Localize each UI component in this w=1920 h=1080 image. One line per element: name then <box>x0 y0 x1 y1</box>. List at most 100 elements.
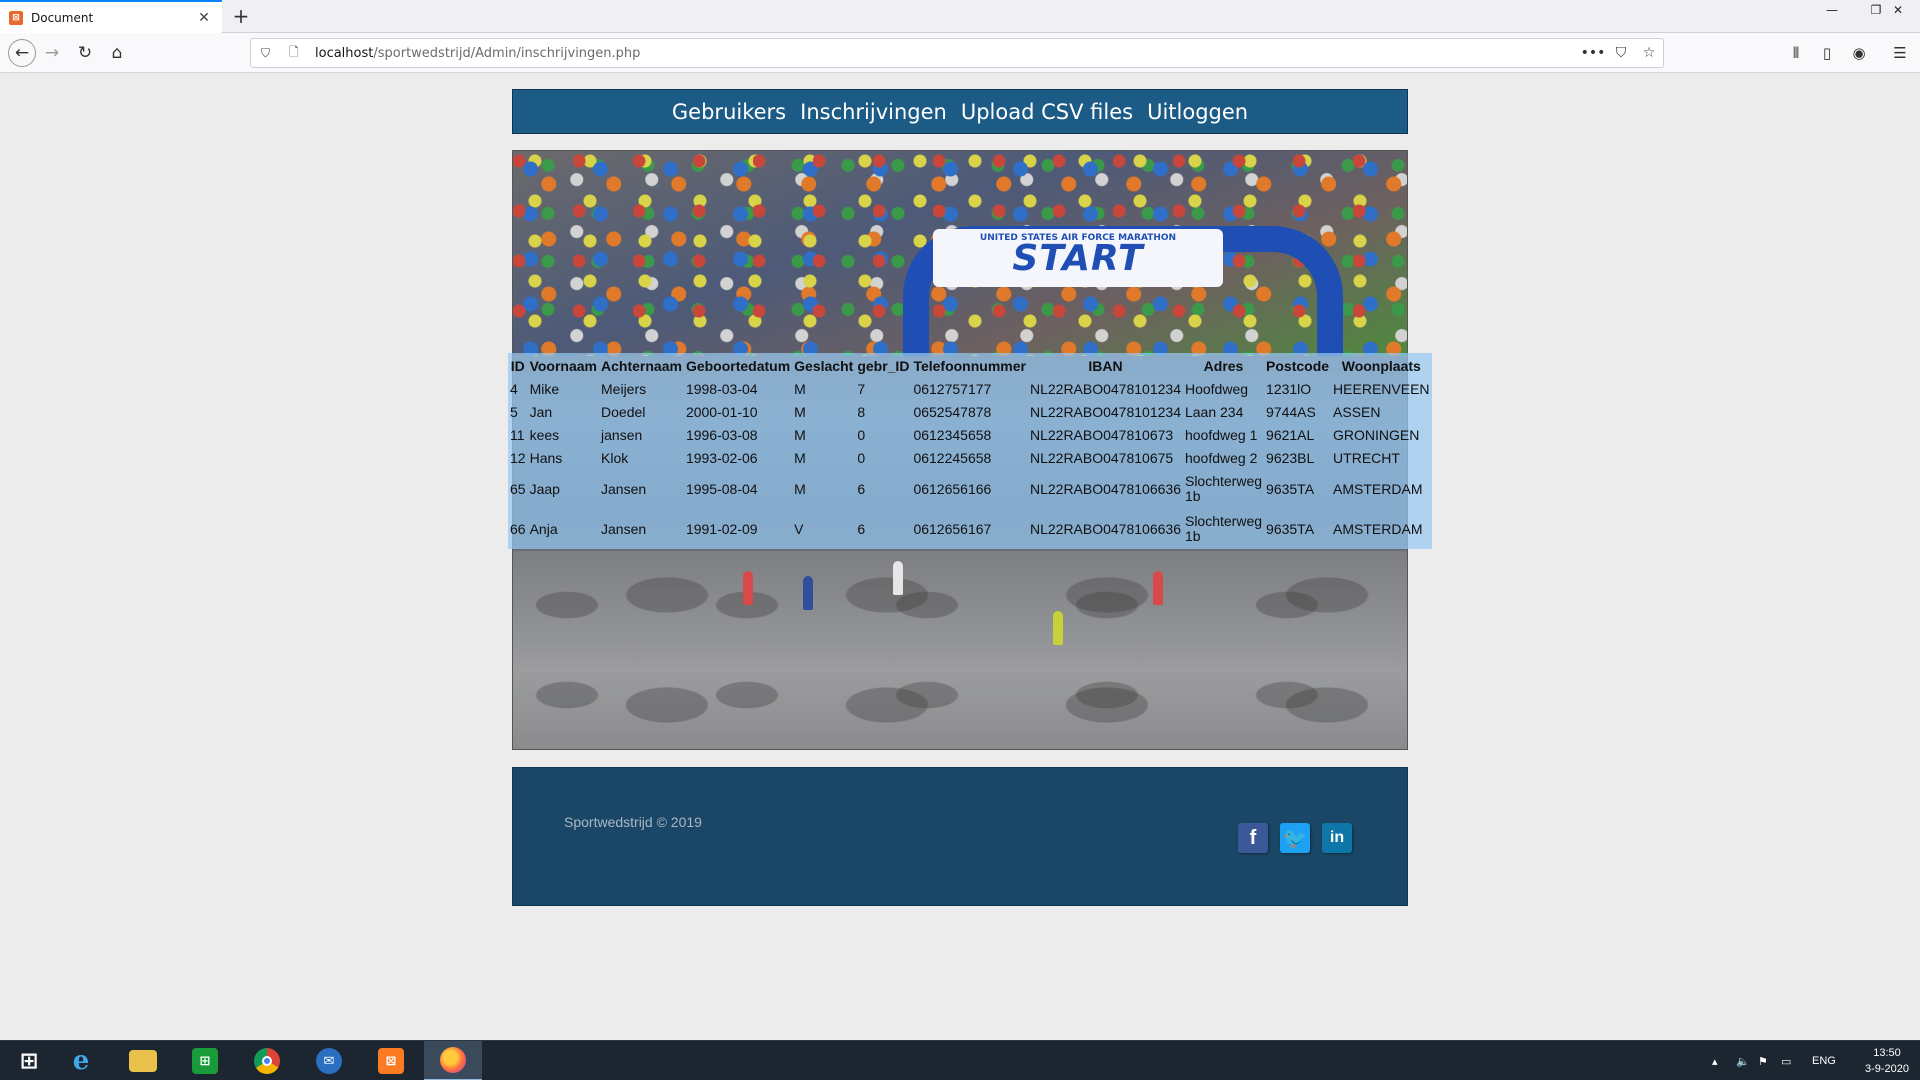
site-footer: Sportwedstrijd © 2019 f 🐦 in <box>512 767 1408 906</box>
store-icon[interactable]: ⊞ <box>176 1041 234 1080</box>
table-cell: GRONINGEN <box>1333 426 1420 443</box>
thunderbird-icon[interactable]: ✉ <box>300 1041 358 1080</box>
table-cell: 1995-08-04 <box>685 481 758 497</box>
table-cell: 1993-02-06 <box>685 449 758 466</box>
table-cell: 0 <box>857 449 866 466</box>
table-row: 65 Jaap Jansen 1995-08-04 M 6 0612656166… <box>508 469 1432 509</box>
nav-link-gebruikers[interactable]: Gebruikers <box>672 100 786 124</box>
table-cell: 6 <box>857 521 866 537</box>
table-cell: M <box>794 426 806 443</box>
menu-icon[interactable]: ☰ <box>1888 41 1912 65</box>
system-clock[interactable]: 13:50 3-9-2020 <box>1860 1045 1914 1077</box>
column-header: Achternaam <box>601 357 682 374</box>
facebook-icon[interactable]: f <box>1238 823 1268 853</box>
table-cell: 0612345658 <box>913 426 992 443</box>
table-row: 5 Jan Doedel 2000-01-10 M 8 0652547878 N… <box>508 400 1432 423</box>
browser-tab[interactable]: ⊠ Document ✕ <box>0 0 222 33</box>
twitter-icon[interactable]: 🐦 <box>1280 823 1310 853</box>
nav-link-inschrijvingen[interactable]: Inschrijvingen <box>800 100 947 124</box>
shield-icon[interactable]: ⛉ <box>261 46 277 61</box>
linkedin-icon[interactable]: in <box>1322 823 1352 853</box>
table-cell: NL22RABO047810675 <box>1029 449 1174 466</box>
close-tab-icon[interactable]: ✕ <box>194 8 214 28</box>
column-header: Woonplaats <box>1341 357 1421 374</box>
column-header: gebr_ID <box>857 357 910 374</box>
runner-figure <box>1053 611 1063 645</box>
page-icon[interactable]: 🗋 <box>289 43 305 64</box>
windows-taskbar: ⊞ e ⊞ ✉ ⊠ ▴ 🔈 ⚑ ▭ ENG 13:50 3-9-2020 <box>0 1040 1920 1080</box>
table-cell: 9621AL <box>1266 426 1315 443</box>
table-cell: AMSTERDAM <box>1333 481 1423 497</box>
table-cell: 1231lO <box>1266 380 1312 397</box>
firefox-icon[interactable] <box>424 1041 482 1080</box>
language-indicator[interactable]: ENG <box>1812 1041 1836 1080</box>
table-cell: 9635TA <box>1266 481 1315 497</box>
runner-figure <box>803 576 813 610</box>
internet-explorer-icon[interactable]: e <box>52 1041 110 1080</box>
chrome-icon[interactable] <box>238 1041 296 1080</box>
table-cell: 9623BL <box>1266 449 1315 466</box>
window-close-icon[interactable]: ✕ <box>1876 0 1920 20</box>
library-icon[interactable]: ⫴ <box>1784 41 1808 65</box>
speaker-icon[interactable]: 🔈 <box>1736 1041 1750 1080</box>
tray-overflow-icon[interactable]: ▴ <box>1712 1041 1718 1080</box>
nav-link-upload-csv[interactable]: Upload CSV files <box>961 100 1133 124</box>
road-surface <box>513 551 1407 749</box>
table-cell: hoofdweg 1 <box>1184 426 1258 443</box>
bookmark-star-icon[interactable]: ☆ <box>1638 43 1660 63</box>
table-cell: 4 <box>510 380 518 397</box>
table-cell: 7 <box>857 380 866 397</box>
table-cell: 0612757177 <box>913 380 992 397</box>
table-cell: HEERENVEEN <box>1333 380 1430 397</box>
minimize-icon[interactable]: — <box>1810 0 1854 20</box>
network-icon[interactable]: ▭ <box>1781 1041 1791 1080</box>
notification-flag-icon[interactable]: ⚑ <box>1758 1041 1768 1080</box>
table-cell: 66 <box>510 521 526 537</box>
table-cell: 9635TA <box>1266 521 1315 537</box>
table-cell: M <box>794 403 806 420</box>
back-arrow-icon[interactable]: ← <box>8 39 36 67</box>
table-cell: 1991-02-09 <box>685 521 758 537</box>
windows-start-icon[interactable]: ⊞ <box>0 1041 58 1080</box>
file-explorer-icon[interactable] <box>114 1041 172 1080</box>
xampp-icon: ⊠ <box>9 10 23 25</box>
table-cell: AMSTERDAM <box>1333 521 1423 537</box>
url-text[interactable]: localhost/sportwedstrijd/Admin/inschrijv… <box>315 46 640 61</box>
table-cell: Laan 234 <box>1184 403 1244 420</box>
column-header: ID <box>510 357 525 374</box>
table-cell: kees <box>529 426 560 443</box>
url-path: /sportwedstrijd/Admin/inschrijvingen.php <box>373 45 641 61</box>
table-row: 11 kees jansen 1996-03-08 M 0 0612345658… <box>508 423 1432 446</box>
browser-toolbar: ← → ↻ ⌂ ⛉ 🗋 localhost/sportwedstrijd/Adm… <box>0 33 1920 73</box>
footer-copyright: Sportwedstrijd © 2019 <box>564 814 702 830</box>
forward-arrow-icon[interactable]: → <box>40 41 64 65</box>
table-cell: Slochterweg 1b <box>1184 513 1263 544</box>
account-icon[interactable]: ◉ <box>1847 41 1871 65</box>
table-cell: 6 <box>857 481 866 497</box>
table-cell: 0612656166 <box>913 481 992 497</box>
table-cell: Anja <box>529 521 558 537</box>
reload-icon[interactable]: ↻ <box>73 41 97 65</box>
runner-figure <box>893 561 903 595</box>
table-header-row: ID Voornaam Achternaam Geboortedatum Ges… <box>508 353 1432 377</box>
xampp-icon[interactable]: ⊠ <box>362 1041 420 1080</box>
runner-figure <box>743 571 753 605</box>
table-cell: V <box>794 521 804 537</box>
address-bar[interactable]: ⛉ 🗋 localhost/sportwedstrijd/Admin/insch… <box>250 38 1664 68</box>
column-header: Voornaam <box>529 357 598 374</box>
nav-link-uitloggen[interactable]: Uitloggen <box>1147 100 1248 124</box>
page-actions-icon[interactable]: ••• <box>1581 43 1606 63</box>
pocket-icon[interactable]: ⛉ <box>1610 43 1632 63</box>
table-cell: 0612245658 <box>913 449 992 466</box>
new-tab-button[interactable]: + <box>229 4 253 28</box>
table-cell: 65 <box>510 481 526 497</box>
sidebar-icon[interactable]: ▯ <box>1815 41 1839 65</box>
table-cell: 8 <box>857 403 866 420</box>
table-row: 4 Mike Meijers 1998-03-04 M 7 0612757177… <box>508 377 1432 400</box>
table-cell: Hoofdweg <box>1184 380 1249 397</box>
table-cell: hoofdweg 2 <box>1184 449 1258 466</box>
home-icon[interactable]: ⌂ <box>105 41 129 65</box>
tab-title: Document <box>31 10 94 25</box>
table-cell: Slochterweg 1b <box>1184 473 1263 504</box>
table-cell: 9744AS <box>1266 403 1316 420</box>
